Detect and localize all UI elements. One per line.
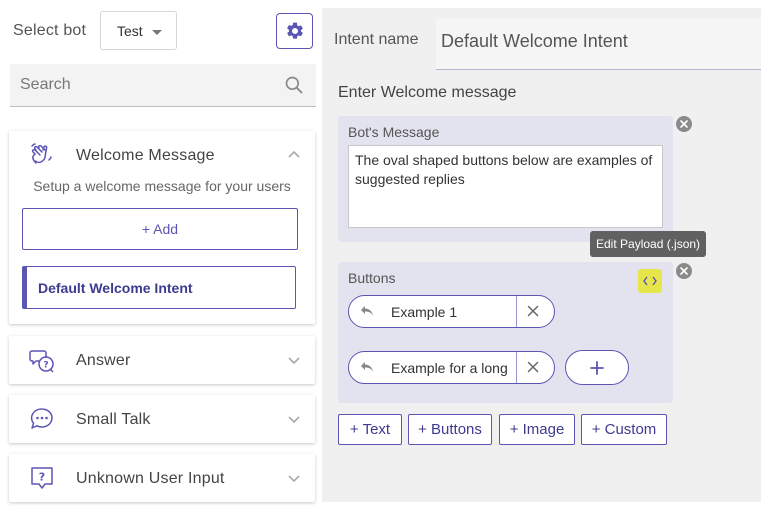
suggested-reply-button[interactable]: Example for a long xyxy=(348,351,555,384)
bot-select[interactable]: Test xyxy=(100,11,177,50)
reply-icon xyxy=(361,306,373,316)
remove-message-button[interactable] xyxy=(676,116,692,132)
add-image-button[interactable]: + Image xyxy=(499,414,575,445)
settings-button[interactable] xyxy=(276,13,313,49)
left-panel: Select bot Test Search Welcome Message S… xyxy=(0,0,322,506)
add-custom-button[interactable]: + Custom xyxy=(581,414,667,445)
bot-message-label: Bot's Message xyxy=(348,124,440,140)
divider xyxy=(516,352,517,383)
section-title: Small Talk xyxy=(76,411,151,428)
sidebar-item-default-welcome-intent[interactable]: Default Welcome Intent xyxy=(22,266,296,309)
plus-icon xyxy=(590,360,604,375)
divider xyxy=(516,296,517,327)
add-buttons-button[interactable]: + Buttons xyxy=(408,414,492,445)
chevron-up-icon[interactable] xyxy=(287,148,301,162)
remove-buttons-button[interactable] xyxy=(676,263,692,279)
suggested-reply-text[interactable]: Example 1 xyxy=(391,304,515,320)
chevron-down-icon[interactable] xyxy=(287,412,301,426)
search-icon[interactable] xyxy=(284,75,304,95)
section-title: Welcome Message xyxy=(76,147,215,164)
add-button-pill[interactable] xyxy=(565,350,629,385)
welcome-message-heading: Enter Welcome message xyxy=(338,84,517,101)
edit-payload-tooltip: Edit Payload (.json) xyxy=(590,231,707,257)
add-text-button[interactable]: + Text xyxy=(338,414,402,445)
search-input[interactable] xyxy=(10,64,280,106)
section-header-unknown-user-input[interactable]: ? Unknown User Input xyxy=(9,454,315,504)
section-small-talk: Small Talk xyxy=(9,395,315,443)
intent-name-label: Intent name xyxy=(334,31,419,48)
chevron-down-icon[interactable] xyxy=(287,471,301,485)
section-description: Setup a welcome message for your users xyxy=(33,178,291,194)
svg-text:?: ? xyxy=(43,361,48,371)
select-bot-label: Select bot xyxy=(13,22,87,39)
close-icon[interactable] xyxy=(527,305,539,317)
gear-icon xyxy=(286,22,303,39)
question-box-icon: ? xyxy=(31,467,53,489)
chat-dots-icon xyxy=(30,408,53,429)
search-box xyxy=(10,64,316,107)
section-answer: ? Answer xyxy=(9,336,315,384)
close-icon[interactable] xyxy=(527,361,539,373)
suggested-reply-text[interactable]: Example for a long xyxy=(391,360,515,376)
edit-json-button[interactable] xyxy=(638,269,662,293)
intent-name-field[interactable]: Default Welcome Intent xyxy=(436,18,761,70)
buttons-block: Buttons Example 1 Example for a long xyxy=(338,262,673,403)
section-header-answer[interactable]: ? Answer xyxy=(9,336,315,386)
section-welcome-message: Welcome Message Setup a welcome message … xyxy=(9,131,315,324)
code-icon xyxy=(643,276,657,286)
section-header-welcome-message[interactable]: Welcome Message xyxy=(9,131,315,181)
close-icon xyxy=(680,267,688,275)
section-title: Answer xyxy=(76,352,131,369)
waving-hand-icon xyxy=(31,143,52,164)
bot-message-textarea[interactable]: The oval shaped buttons below are exampl… xyxy=(348,145,663,228)
chat-question-icon: ? xyxy=(29,350,54,373)
reply-icon xyxy=(361,362,373,372)
bot-message-block: Bot's Message The oval shaped buttons be… xyxy=(338,116,673,242)
chevron-down-icon[interactable] xyxy=(287,353,301,367)
bot-select-value: Test xyxy=(117,23,143,39)
svg-text:?: ? xyxy=(39,471,45,484)
close-icon xyxy=(680,120,688,128)
section-header-small-talk[interactable]: Small Talk xyxy=(9,395,315,445)
intent-editor: Intent name Default Welcome Intent Enter… xyxy=(322,8,761,502)
add-intent-button[interactable]: + Add xyxy=(22,208,298,250)
buttons-label: Buttons xyxy=(348,270,396,286)
caret-down-icon xyxy=(152,30,162,35)
section-title: Unknown User Input xyxy=(76,470,225,487)
suggested-reply-button[interactable]: Example 1 xyxy=(348,295,555,328)
section-unknown-user-input: ? Unknown User Input xyxy=(9,454,315,502)
